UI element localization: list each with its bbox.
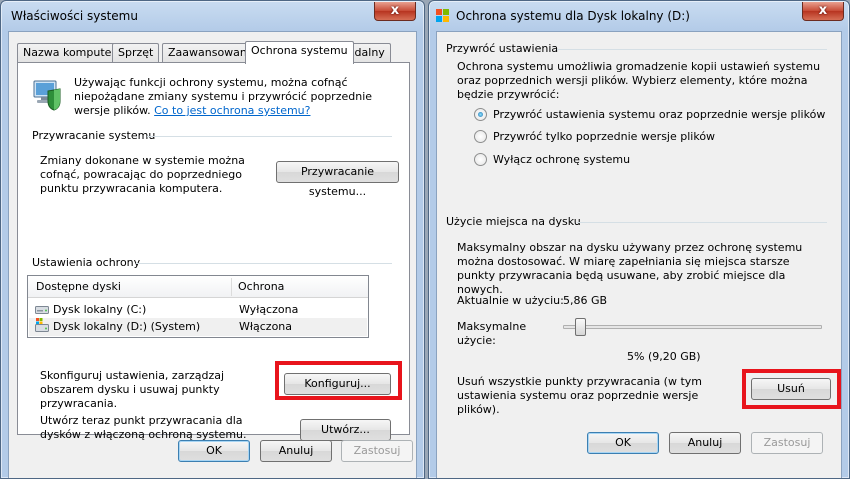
disk-usage-description: Maksymalny obszar na dysku używany przez… [457, 241, 803, 296]
column-separator[interactable] [231, 278, 232, 296]
intro-text: Używając funkcji ochrony systemu, można … [74, 76, 373, 117]
tab-system-protection[interactable]: Ochrona systemu [245, 41, 354, 64]
apply-button[interactable]: Zastosuj [341, 440, 413, 462]
system-protection-icon [33, 80, 61, 111]
system-properties-window: Właściwości systemu x Nazwa komputera Sp… [0, 0, 425, 479]
group-divider [147, 136, 392, 137]
radio-disable-protection[interactable] [474, 153, 487, 166]
cancel-button[interactable]: Anuluj [669, 432, 741, 454]
max-usage-label: Maksymalne użycie: [457, 320, 527, 347]
title-bar[interactable]: Właściwości systemu x [1, 1, 424, 31]
restore-description: Zmiany dokonane w systemie można cofnąć,… [40, 154, 245, 195]
group-divider [557, 49, 827, 50]
tab-hardware[interactable]: Sprzęt [112, 43, 160, 63]
dialog-client-area: Nazwa komputera Sprzęt Zaawansowane Ochr… [8, 31, 417, 478]
what-is-system-protection-link[interactable]: Co to jest ochrona systemu? [154, 104, 310, 117]
create-button[interactable]: Utwórz... [300, 419, 391, 441]
highlight-box [742, 369, 841, 409]
current-usage-value: 5,86 GB [563, 294, 608, 307]
radio-restore-settings-and-files[interactable] [474, 108, 487, 121]
drive-protection-window: Ochrona systemu dla Dysk lokalny (D:) x … [428, 0, 850, 479]
group-divider [577, 222, 827, 223]
cancel-button[interactable]: Anuluj [260, 440, 332, 462]
current-usage-label: Aktualnie w użyciu: [457, 294, 564, 307]
apply-button[interactable]: Zastosuj [751, 432, 823, 454]
configure-description: Skonfiguruj ustawienia, zarządzaj obszar… [40, 369, 225, 410]
close-button[interactable]: x [374, 2, 416, 21]
highlight-box [275, 361, 402, 400]
drive-name: Dysk lokalny (D:) (System) [53, 320, 201, 333]
window-title: Właściwości systemu [11, 9, 138, 23]
restore-settings-description: Ochrona systemu umożliwia gromadzenie ko… [457, 60, 821, 101]
protection-status: Wyłączona [239, 303, 299, 316]
drives-list[interactable]: Dostępne dyski Ochrona Dysk lokalny (C:)… [27, 275, 369, 338]
column-header-protection[interactable]: Ochrona [238, 280, 284, 293]
column-header-drives[interactable]: Dostępne dyski [36, 280, 121, 293]
dialog-client-area: Przywróć ustawienia Ochrona systemu umoż… [436, 31, 842, 478]
list-header: Dostępne dyski Ochrona [28, 276, 368, 298]
system-drive-icon [35, 318, 49, 332]
group-divider [136, 263, 392, 264]
window-title: Ochrona systemu dla Dysk lokalny (D:) [456, 9, 690, 23]
protection-group-heading: Ustawienia ochrony [32, 256, 141, 269]
table-row[interactable]: Dysk lokalny (C:) Wyłączona [29, 301, 367, 319]
max-usage-slider-thumb[interactable] [575, 318, 587, 336]
create-description: Utwórz teraz punkt przywracania dla dysk… [40, 414, 247, 441]
drive-name: Dysk lokalny (C:) [53, 303, 147, 316]
restore-settings-heading: Przywróć ustawienia [446, 42, 559, 55]
system-protection-panel: Używając funkcji ochrony systemu, można … [17, 62, 410, 441]
title-bar[interactable]: Ochrona systemu dla Dysk lokalny (D:) x [429, 1, 849, 31]
radio-label[interactable]: Przywróć ustawienia systemu oraz poprzed… [493, 108, 825, 121]
windows-logo-icon [436, 9, 449, 22]
table-row[interactable]: Dysk lokalny (D:) (System) Włączona [29, 318, 367, 336]
max-usage-value: 5% (9,20 GB) [627, 350, 701, 363]
protection-status: Włączona [239, 320, 293, 333]
system-restore-button[interactable]: Przywracanie systemu... [276, 161, 399, 198]
radio-restore-files-only[interactable] [474, 130, 487, 143]
radio-label[interactable]: Wyłącz ochronę systemu [493, 153, 630, 166]
disk-usage-heading: Użycie miejsca na dysku [446, 215, 581, 228]
delete-description: Usuń wszystkie punkty przywracania (w ty… [457, 375, 703, 416]
max-usage-slider-track[interactable] [563, 325, 822, 329]
close-button[interactable]: x [802, 2, 844, 21]
hard-drive-icon [35, 306, 49, 314]
restore-group-heading: Przywracanie systemu [32, 129, 156, 142]
radio-label[interactable]: Przywróć tylko poprzednie wersje plików [493, 130, 715, 143]
ok-button[interactable]: OK [587, 432, 659, 454]
ok-button[interactable]: OK [178, 440, 250, 462]
